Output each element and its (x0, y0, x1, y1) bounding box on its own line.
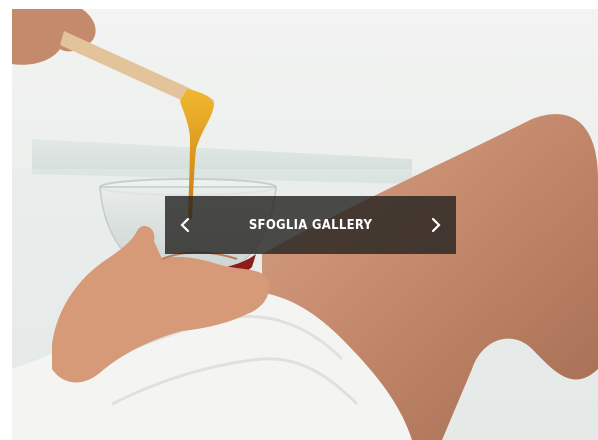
chevron-right-icon (431, 217, 441, 233)
gallery-prev-button[interactable] (165, 196, 205, 254)
gallery-hero: SFOGLIA GALLERY (12, 9, 598, 440)
gallery-next-button[interactable] (416, 196, 456, 254)
gallery-label[interactable]: SFOGLIA GALLERY (249, 218, 372, 233)
gallery-overlay: SFOGLIA GALLERY (165, 196, 456, 254)
chevron-left-icon (180, 217, 190, 233)
